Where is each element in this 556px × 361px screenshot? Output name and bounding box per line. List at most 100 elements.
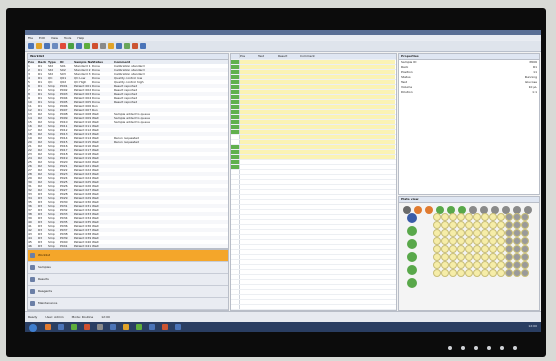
rack-indicator-icon[interactable] (407, 252, 417, 262)
plate-well[interactable] (505, 229, 513, 237)
plate-well[interactable] (449, 213, 457, 221)
plate-well[interactable] (481, 221, 489, 229)
plate-well[interactable] (513, 253, 521, 261)
plate-well[interactable] (473, 261, 481, 269)
plate-well[interactable] (465, 213, 473, 221)
nav-item-worklist[interactable]: Worklist (28, 250, 228, 262)
plate-well[interactable] (481, 261, 489, 269)
plate-well[interactable] (489, 237, 497, 245)
plate-well[interactable] (521, 269, 529, 277)
plate-well[interactable] (513, 261, 521, 269)
plate-well[interactable] (457, 269, 465, 277)
help-icon[interactable] (140, 43, 146, 49)
plate-well[interactable] (489, 261, 497, 269)
plate-well[interactable] (473, 245, 481, 253)
plate-well[interactable] (433, 261, 441, 269)
plate-well[interactable] (449, 253, 457, 261)
rack-indicator-icon[interactable] (407, 265, 417, 275)
plate-well[interactable] (513, 213, 521, 221)
column-header[interactable]: Comment (300, 54, 395, 58)
plate-well[interactable] (441, 229, 449, 237)
plate-well[interactable] (497, 229, 505, 237)
plate-well[interactable] (465, 261, 473, 269)
table-row[interactable]: 46 R3 Smp P041 Patient 041 Wait (28, 244, 228, 248)
export-icon[interactable] (132, 43, 138, 49)
menu-item-view[interactable]: View (51, 36, 58, 40)
plate-well[interactable] (433, 229, 441, 237)
plate-well[interactable] (521, 261, 529, 269)
plate-well[interactable] (457, 245, 465, 253)
plate-well[interactable] (441, 213, 449, 221)
print-icon[interactable] (52, 43, 58, 49)
monitor-button-icon[interactable] (474, 346, 478, 350)
plate-well[interactable] (481, 213, 489, 221)
plate-well[interactable] (505, 237, 513, 245)
nav-item-reagents[interactable]: Reagents (28, 286, 228, 298)
plate-well[interactable] (473, 213, 481, 221)
plate-well[interactable] (457, 237, 465, 245)
start-button[interactable] (29, 324, 37, 332)
nav-item-samples[interactable]: Samples (28, 262, 228, 274)
plate-well[interactable] (465, 237, 473, 245)
taskbar-app-icon[interactable] (123, 324, 129, 330)
column-header[interactable]: Test (258, 54, 278, 58)
column-header[interactable] (231, 54, 240, 58)
plate-well[interactable] (513, 237, 521, 245)
plate-well[interactable] (505, 213, 513, 221)
plate-well[interactable] (441, 253, 449, 261)
plate-well[interactable] (497, 269, 505, 277)
rack-indicator-icon[interactable] (407, 226, 417, 236)
plate-well[interactable] (465, 269, 473, 277)
plate-well[interactable] (449, 269, 457, 277)
plate-well[interactable] (433, 253, 441, 261)
taskbar-app-icon[interactable] (97, 324, 103, 330)
plate-well[interactable] (497, 237, 505, 245)
plate-well[interactable] (473, 269, 481, 277)
monitor-button-icon[interactable] (461, 346, 465, 350)
rack-indicator-icon[interactable] (407, 213, 417, 223)
plate-well[interactable] (521, 221, 529, 229)
plate-well[interactable] (473, 229, 481, 237)
power-button-icon[interactable] (513, 346, 517, 350)
plate-well[interactable] (465, 221, 473, 229)
menu-item-tools[interactable]: Tools (64, 36, 71, 40)
open-icon[interactable] (36, 43, 42, 49)
plate-well[interactable] (457, 213, 465, 221)
plate-well[interactable] (497, 221, 505, 229)
plate-well[interactable] (521, 253, 529, 261)
plate-well[interactable] (457, 261, 465, 269)
plate-well[interactable] (449, 261, 457, 269)
menu-item-help[interactable]: Help (77, 36, 84, 40)
taskbar-app-icon[interactable] (58, 324, 64, 330)
plate-well[interactable] (489, 253, 497, 261)
plate-well[interactable] (433, 221, 441, 229)
plate-well[interactable] (505, 221, 513, 229)
plate-well[interactable] (521, 237, 529, 245)
plate-well[interactable] (441, 261, 449, 269)
plate-well[interactable] (441, 221, 449, 229)
plate-well[interactable] (433, 237, 441, 245)
plate-well[interactable] (505, 261, 513, 269)
monitor-button-icon[interactable] (448, 346, 452, 350)
plate-well[interactable] (457, 221, 465, 229)
plate-well[interactable] (497, 261, 505, 269)
plate-well[interactable] (449, 245, 457, 253)
taskbar-app-icon[interactable] (162, 324, 168, 330)
plate-well[interactable] (521, 213, 529, 221)
plate-well[interactable] (481, 245, 489, 253)
plate-well[interactable] (489, 245, 497, 253)
column-header[interactable]: Pos (240, 54, 258, 58)
taskbar-app-icon[interactable] (149, 324, 155, 330)
save-icon[interactable] (44, 43, 50, 49)
cut-icon[interactable] (60, 43, 66, 49)
plate-well[interactable] (449, 221, 457, 229)
monitor-button-icon[interactable] (500, 346, 504, 350)
plate-well[interactable] (521, 229, 529, 237)
plate-well[interactable] (489, 269, 497, 277)
plate-well[interactable] (505, 245, 513, 253)
plate-well[interactable] (513, 229, 521, 237)
table-icon[interactable] (116, 43, 122, 49)
new-icon[interactable] (28, 43, 34, 49)
stop-icon[interactable] (92, 43, 98, 49)
plate-well[interactable] (457, 253, 465, 261)
